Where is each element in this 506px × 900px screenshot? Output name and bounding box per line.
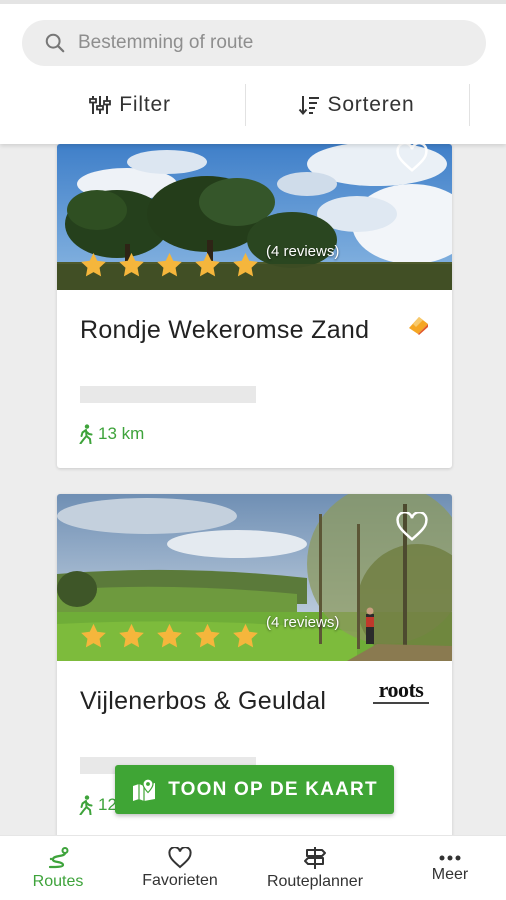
favorite-heart-icon[interactable] <box>395 512 429 542</box>
sort-icon <box>298 96 319 116</box>
walking-icon <box>79 795 93 815</box>
nav-item-routeplanner[interactable]: Routeplanner <box>250 836 380 900</box>
rating-stars <box>79 622 260 650</box>
app-screen: (4 reviews) Rondje Wekeromse Zand 13 km <box>0 0 506 900</box>
route-distance: 13 km <box>79 424 144 444</box>
signpost-icon <box>304 847 326 869</box>
star-icon <box>157 252 182 277</box>
nav-item-more[interactable]: Meer <box>408 836 492 900</box>
reviews-count: (4 reviews) <box>266 614 340 631</box>
star-icon <box>157 623 182 648</box>
rating-stars <box>79 251 260 279</box>
map-pin-icon <box>133 777 156 801</box>
nav-item-favorites[interactable]: Favorieten <box>126 836 234 900</box>
star-icon <box>81 623 106 648</box>
filter-sliders-icon <box>89 96 112 114</box>
route-title[interactable]: Rondje Wekeromse Zand <box>80 313 380 347</box>
filter-button[interactable]: Filter <box>40 82 220 128</box>
nav-label-routeplanner: Routeplanner <box>266 873 364 890</box>
route-title[interactable]: Vijlenerbos & Geuldal <box>80 684 380 718</box>
toolbar-divider <box>245 84 246 126</box>
star-icon <box>195 252 220 277</box>
heart-icon <box>168 847 192 869</box>
status-strip <box>0 0 506 4</box>
search-icon <box>45 33 65 53</box>
reviews-count: (4 reviews) <box>266 243 340 260</box>
bottom-navigation: Routes Favorieten Routeplanner Meer <box>0 835 506 900</box>
filter-label: Filter <box>119 93 171 116</box>
nav-label-favorites: Favorieten <box>142 872 218 889</box>
nav-label-routes: Routes <box>32 873 84 890</box>
star-icon <box>233 252 258 277</box>
route-card[interactable]: (4 reviews) Rondje Wekeromse Zand 13 km <box>57 144 452 468</box>
route-distance: 12 <box>79 795 117 815</box>
favorite-heart-icon[interactable] <box>395 144 429 173</box>
star-icon <box>233 623 258 648</box>
nav-item-routes[interactable]: Routes <box>10 836 106 900</box>
star-icon <box>81 252 106 277</box>
distance-value: 13 km <box>98 424 145 443</box>
search-placeholder: Bestemming of route <box>78 32 254 53</box>
star-icon <box>119 252 144 277</box>
show-on-map-label: TOON OP DE KAART <box>168 778 378 800</box>
top-header: Bestemming of route Filter Sorteren <box>0 0 506 144</box>
provider-logo <box>409 317 428 335</box>
more-icon <box>439 855 461 861</box>
search-input[interactable]: Bestemming of route <box>22 20 486 66</box>
show-on-map-button[interactable]: TOON OP DE KAART <box>115 765 394 814</box>
toolbar: Filter Sorteren <box>0 82 506 128</box>
star-icon <box>119 623 144 648</box>
walking-icon <box>79 424 93 444</box>
sort-label: Sorteren <box>327 93 415 116</box>
nav-label-more: Meer <box>431 866 469 883</box>
subtitle-placeholder <box>80 386 256 403</box>
toolbar-divider <box>469 84 470 126</box>
route-icon <box>48 847 69 869</box>
sort-button[interactable]: Sorteren <box>262 82 450 128</box>
star-icon <box>195 623 220 648</box>
